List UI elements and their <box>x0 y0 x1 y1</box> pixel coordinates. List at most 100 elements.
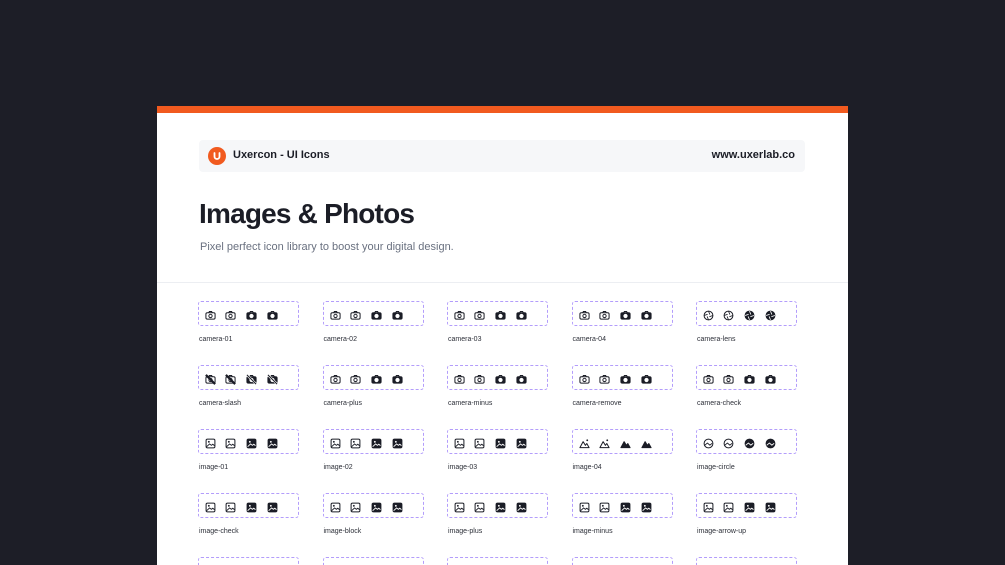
camera-icon[interactable] <box>454 308 465 320</box>
icon-card[interactable]: camera-04 <box>571 301 673 351</box>
image-icon[interactable] <box>723 500 734 513</box>
camera-icon[interactable] <box>495 372 506 384</box>
image-icon[interactable] <box>641 500 652 513</box>
camera-icon[interactable] <box>454 372 465 384</box>
icon-card[interactable]: image-02 <box>322 429 424 479</box>
image-icon[interactable] <box>350 500 361 513</box>
camera-icon[interactable] <box>578 372 590 384</box>
camera-icon[interactable] <box>619 308 631 320</box>
camera-icon[interactable] <box>329 308 341 320</box>
camera-icon[interactable] <box>205 308 216 320</box>
camera-icon[interactable] <box>578 308 590 320</box>
camera-slash-icon[interactable] <box>246 372 257 385</box>
camera-slash-icon[interactable] <box>205 372 216 385</box>
image-circle-icon[interactable] <box>765 436 776 449</box>
icon-card[interactable]: image-01 <box>198 429 299 479</box>
camera-icon[interactable] <box>391 308 403 320</box>
icon-card[interactable]: camera-remove <box>571 365 673 415</box>
icon-card[interactable]: camera-check <box>696 365 797 415</box>
lens-icon[interactable] <box>765 308 776 321</box>
image-icon[interactable] <box>392 500 403 513</box>
image-icon[interactable] <box>246 500 257 513</box>
icon-card[interactable]: camera-plus <box>322 365 424 415</box>
camera-icon[interactable] <box>598 308 610 320</box>
camera-icon[interactable] <box>516 308 527 320</box>
brand-url[interactable]: www.uxerlab.co <box>712 149 795 161</box>
image-icon[interactable] <box>495 500 506 513</box>
image-icon[interactable] <box>267 500 278 513</box>
camera-icon[interactable] <box>370 372 382 384</box>
camera-icon[interactable] <box>349 308 361 320</box>
icon-card[interactable]: camera-lens <box>696 301 797 351</box>
camera-icon[interactable] <box>246 308 257 320</box>
image-icon[interactable] <box>371 500 382 513</box>
icon-card[interactable]: image-04 <box>571 429 673 479</box>
camera-icon[interactable] <box>640 372 652 384</box>
image-icon[interactable] <box>474 436 485 449</box>
image-icon[interactable] <box>267 436 278 449</box>
image-circle-icon[interactable] <box>723 436 734 449</box>
image-icon[interactable] <box>579 500 590 513</box>
icon-card[interactable]: image-circle <box>696 429 797 479</box>
icon-card[interactable]: camera-02 <box>322 301 424 351</box>
image-icon[interactable] <box>330 500 341 513</box>
camera-icon[interactable] <box>640 308 652 320</box>
camera-icon[interactable] <box>516 372 527 384</box>
camera-icon[interactable] <box>495 308 506 320</box>
image-icon[interactable] <box>246 436 257 449</box>
camera-icon[interactable] <box>474 308 485 320</box>
icon-card[interactable]: image-plus <box>447 493 548 543</box>
image-icon[interactable] <box>454 500 465 513</box>
mountain-icon[interactable] <box>640 436 652 449</box>
image-icon[interactable] <box>205 500 216 513</box>
image-icon[interactable] <box>599 500 610 513</box>
camera-icon[interactable] <box>703 372 714 384</box>
camera-icon[interactable] <box>474 372 485 384</box>
camera-icon[interactable] <box>329 372 341 384</box>
icon-card[interactable]: image-03 <box>447 429 548 479</box>
icon-card[interactable]: image-arrow-up <box>696 493 797 543</box>
camera-icon[interactable] <box>225 308 236 320</box>
image-icon[interactable] <box>495 436 506 449</box>
camera-icon[interactable] <box>765 372 776 384</box>
image-circle-icon[interactable] <box>744 436 755 449</box>
image-icon[interactable] <box>744 500 755 513</box>
image-icon[interactable] <box>620 500 631 513</box>
mountain-icon[interactable] <box>598 436 610 449</box>
camera-icon[interactable] <box>619 372 631 384</box>
camera-icon[interactable] <box>744 372 755 384</box>
image-icon[interactable] <box>474 500 485 513</box>
icon-card[interactable]: image-block <box>322 493 424 543</box>
image-icon[interactable] <box>371 436 382 449</box>
mountain-icon[interactable] <box>578 436 590 449</box>
camera-slash-icon[interactable] <box>225 372 236 385</box>
lens-icon[interactable] <box>703 308 714 321</box>
image-icon[interactable] <box>703 500 714 513</box>
image-icon[interactable] <box>225 436 236 449</box>
image-circle-icon[interactable] <box>703 436 714 449</box>
icon-card[interactable]: image-check <box>198 493 299 543</box>
image-icon[interactable] <box>516 436 527 449</box>
lens-icon[interactable] <box>723 308 734 321</box>
image-icon[interactable] <box>454 436 465 449</box>
icon-card[interactable]: camera-slash <box>198 365 299 415</box>
icon-card[interactable]: camera-01 <box>198 301 299 351</box>
icon-card[interactable]: camera-minus <box>447 365 548 415</box>
lens-icon[interactable] <box>744 308 755 321</box>
image-icon[interactable] <box>350 436 361 449</box>
image-icon[interactable] <box>205 436 216 449</box>
camera-icon[interactable] <box>391 372 403 384</box>
camera-slash-icon[interactable] <box>267 372 278 385</box>
camera-icon[interactable] <box>370 308 382 320</box>
image-icon[interactable] <box>225 500 236 513</box>
mountain-icon[interactable] <box>619 436 631 449</box>
icon-card[interactable]: camera-03 <box>447 301 548 351</box>
image-icon[interactable] <box>392 436 403 449</box>
camera-icon[interactable] <box>267 308 278 320</box>
image-icon[interactable] <box>330 436 341 449</box>
icon-card[interactable]: image-minus <box>571 493 673 543</box>
camera-icon[interactable] <box>723 372 734 384</box>
camera-icon[interactable] <box>598 372 610 384</box>
image-icon[interactable] <box>765 500 776 513</box>
image-icon[interactable] <box>516 500 527 513</box>
